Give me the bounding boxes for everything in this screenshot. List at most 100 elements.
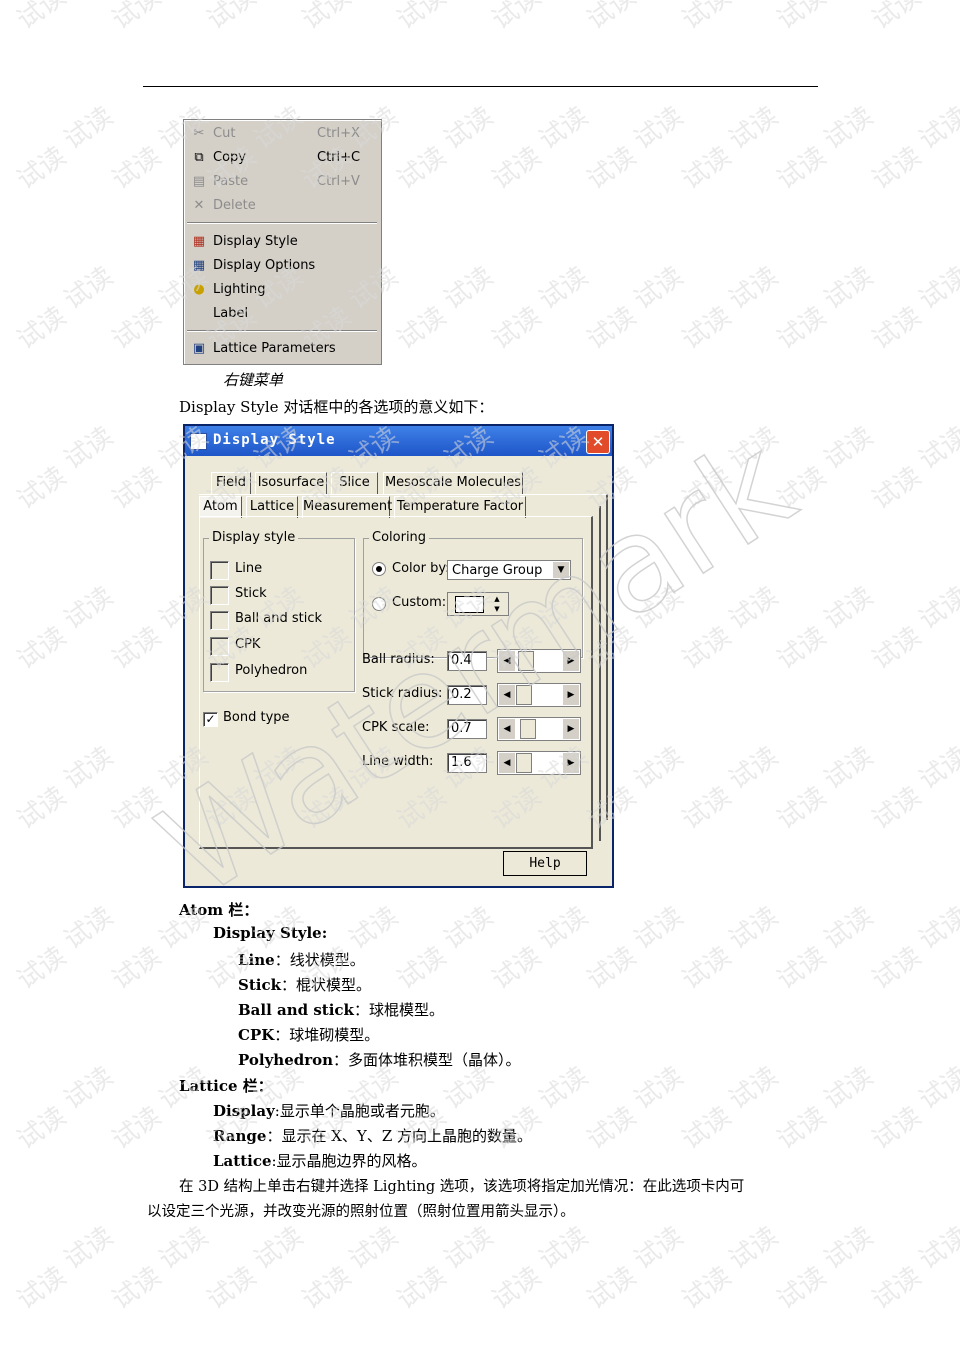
cpk-checkbox[interactable] [210,637,229,656]
menu-item-delete[interactable]: ✕ Delete [184,195,381,217]
arrow-right-icon[interactable]: ▶ [563,685,579,705]
custom-color-swatch[interactable]: ▲ ▼ [447,592,509,616]
slider-thumb[interactable] [518,651,534,671]
watermark-tile: 试读 [439,1221,499,1275]
watermark-tile: 试读 [914,261,960,315]
tab-slice[interactable]: Slice [331,472,378,494]
polyhedron-checkbox[interactable] [210,663,229,682]
watermark-tile: 试读 [202,1261,262,1315]
watermark-tile: 试读 [12,621,72,675]
menu-item-cut[interactable]: ✂ Cut Ctrl+X [184,123,381,145]
custom-radio[interactable] [372,597,386,611]
arrow-right-icon[interactable]: ▶ [563,651,579,671]
menu-item-label[interactable]: Label [184,303,381,325]
watermark-tile: 试读 [867,1101,927,1155]
ball-radius-slider[interactable]: ◀ ▶ [497,649,581,673]
watermark-tile: 试读 [392,941,452,995]
watermark-tile: 试读 [59,901,119,955]
menu-item-display-options[interactable]: ▦ Display Options [184,255,381,277]
color-by-label: Color by: [392,561,450,576]
header-rule [143,86,818,87]
dialog-titlebar[interactable]: Display Style ✕ [185,426,612,456]
arrow-right-icon[interactable]: ▶ [563,719,579,739]
menu-item-label-text: Label [213,306,249,321]
watermark-tile: 试读 [724,581,784,635]
watermark-tile: 试读 [249,1221,309,1275]
color-preview [455,596,484,613]
slider-thumb[interactable] [516,753,532,773]
watermark-tile: 试读 [772,781,832,835]
cpk-label: CPK [235,637,261,652]
paste-icon: ▤ [192,174,206,189]
watermark-tile: 试读 [107,941,167,995]
watermark-tile: 试读 [819,1221,879,1275]
definition-desc: :显示单个晶胞或者元胞。 [274,1102,445,1120]
watermark-tile: 试读 [12,1261,72,1315]
watermark-tile: 试读 [724,1061,784,1115]
tab-atom[interactable]: Atom [199,496,242,518]
watermark-tile: 试读 [677,621,737,675]
arrow-right-icon[interactable]: ▶ [563,753,579,773]
watermark-tile: 试读 [439,261,499,315]
definition-desc: ：多面体堆积模型（晶体）。 [333,1051,521,1069]
color-by-radio[interactable] [372,562,386,576]
menu-item-lattice-parameters[interactable]: ▣ Lattice Parameters [184,338,381,360]
tab-mesoscale-molecules[interactable]: Mesoscale Molecules [383,472,523,494]
watermark-tile: 试读 [914,101,960,155]
cpk-scale-slider[interactable]: ◀ ▶ [497,717,581,741]
tab-lattice[interactable]: Lattice [246,496,298,518]
watermark-tile: 试读 [629,1061,689,1115]
help-button[interactable]: Help [503,851,587,876]
stick-checkbox[interactable] [210,586,229,605]
watermark-tile: 试读 [487,141,547,195]
watermark-tile: 试读 [12,1101,72,1155]
watermark-tile: 试读 [12,941,72,995]
stick-radius-slider[interactable]: ◀ ▶ [497,683,581,707]
cpk-scale-input[interactable]: 0.7 [447,719,487,739]
menu-shortcut: Ctrl+V [317,174,360,189]
stick-radius-input[interactable]: 0.2 [447,685,487,705]
lattice-icon: ▣ [192,341,206,356]
watermark-tile: 试读 [772,941,832,995]
tab-temperature-factor[interactable]: Temperature Factor [394,496,526,518]
watermark-tile: 试读 [724,101,784,155]
watermark-tile: 试读 [677,301,737,355]
slider-thumb[interactable] [520,719,536,739]
definition-term: Display [213,1102,275,1120]
watermark-tile: 试读 [392,1261,452,1315]
definition-ball-and-stick: Ball and stick：球棍模型。 [238,999,444,1020]
arrow-left-icon[interactable]: ◀ [499,651,515,671]
watermark-tile: 试读 [582,0,642,36]
menu-item-paste[interactable]: ▤ Paste Ctrl+V [184,171,381,193]
menu-item-lighting[interactable]: ● Lighting [184,279,381,301]
color-by-select[interactable]: Charge Group ▼ [447,560,571,580]
watermark-tile: 试读 [819,901,879,955]
ball-and-stick-checkbox[interactable] [210,611,229,630]
tab-isosurface[interactable]: Isosurface [255,472,327,494]
menu-item-display-style[interactable]: ▦ Display Style [184,231,381,253]
bond-type-checkbox[interactable]: ✓ [203,712,218,727]
watermark-tile: 试读 [59,581,119,635]
arrow-left-icon[interactable]: ◀ [499,685,515,705]
watermark-tile: 试读 [439,901,499,955]
lightbulb-icon: ● [193,282,205,297]
menu-item-copy[interactable]: ⧉ Copy Ctrl+C [184,147,381,169]
spin-arrows-icon[interactable]: ▲ ▼ [488,594,506,614]
close-icon[interactable]: ✕ [586,430,610,454]
copy-icon: ⧉ [194,150,204,165]
arrow-left-icon[interactable]: ◀ [499,753,515,773]
ball-radius-input[interactable]: 0.4 [447,651,487,671]
definition-lattice: Lattice:显示晶胞边界的风格。 [213,1150,427,1171]
watermark-tile: 试读 [914,901,960,955]
definition-desc: ：线状模型。 [274,951,365,969]
atom-section-heading: Atom 栏： [179,901,259,919]
slider-thumb[interactable] [516,685,532,705]
tab-measurement[interactable]: Measurement [302,496,392,518]
tab-field[interactable]: Field [211,472,251,494]
watermark-tile: 试读 [772,301,832,355]
watermark-tile: 试读 [12,0,72,36]
arrow-left-icon[interactable]: ◀ [499,719,515,739]
line-width-input[interactable]: 1.6 [447,753,487,773]
line-width-slider[interactable]: ◀ ▶ [497,751,581,775]
line-checkbox[interactable] [210,561,229,580]
